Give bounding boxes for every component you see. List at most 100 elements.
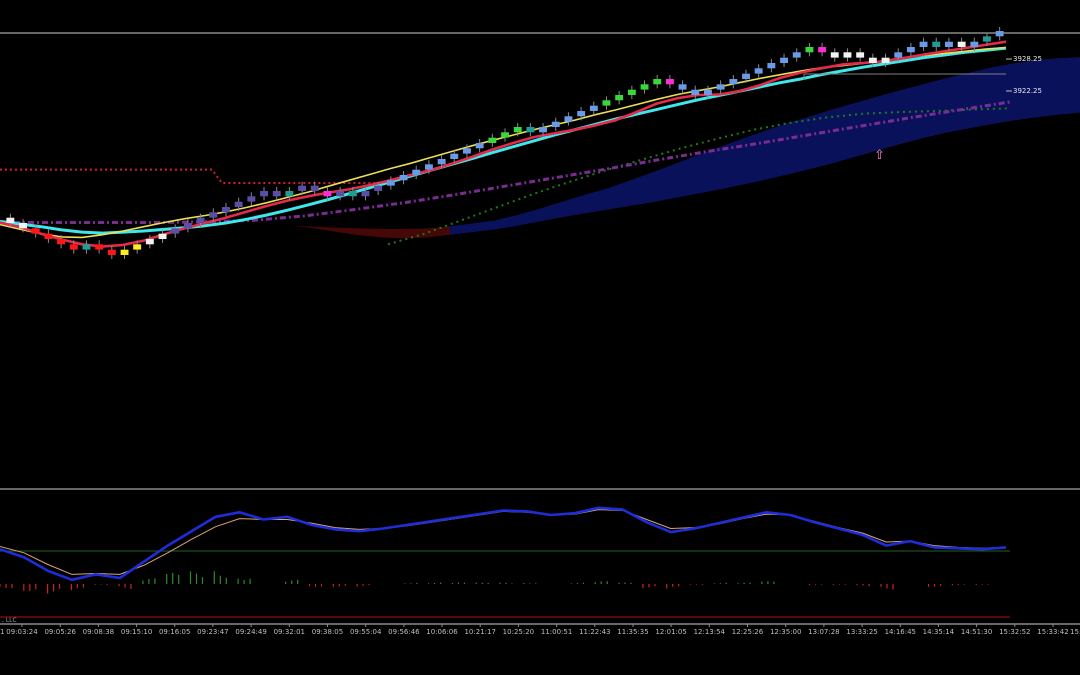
renko-brick[interactable] [691,89,700,95]
renko-brick[interactable] [95,244,104,250]
renko-brick[interactable] [374,185,383,191]
renko-brick[interactable] [830,52,839,58]
x-tick-label: 14:51:30 [961,628,992,636]
x-tick-label: 11:35:35 [617,628,648,636]
renko-brick[interactable] [564,116,573,122]
x-tick-label: 15:32:52 [999,628,1030,636]
renko-brick[interactable] [209,212,218,218]
x-tick-label: 09:03:24 [6,628,38,636]
renko-brick[interactable] [222,207,230,213]
renko-brick[interactable] [336,191,345,197]
renko-brick[interactable] [868,57,877,63]
renko-brick[interactable] [551,121,560,127]
renko-brick[interactable] [145,239,154,245]
renko-brick[interactable] [310,185,319,191]
x-tick-label: 11:00:51 [541,628,572,636]
price-label-current: 3922.25 [1013,87,1042,95]
x-tick-label: 14:16:45 [885,628,916,636]
renko-brick[interactable] [843,52,852,58]
renko-brick[interactable] [437,159,446,165]
renko-brick[interactable] [805,47,814,53]
renko-brick[interactable] [501,132,509,138]
renko-brick[interactable] [272,191,281,197]
x-tick-label: 09:56:46 [388,628,420,636]
x-tick-label: 12:25:26 [732,628,764,636]
renko-brick[interactable] [653,79,662,85]
renko-brick[interactable] [158,233,167,239]
x-tick-label: 09:05:26 [44,628,76,636]
renko-brick[interactable] [615,95,624,101]
renko-brick[interactable] [678,84,687,90]
renko-brick[interactable] [957,41,966,47]
renko-brick[interactable] [742,73,750,79]
renko-brick[interactable] [577,111,586,117]
renko-brick[interactable] [31,228,40,234]
x-tick-label: 12:01:05 [655,628,686,636]
renko-brick[interactable] [386,180,395,186]
renko-brick[interactable] [361,191,370,197]
x-tick-label: 09:38:05 [312,628,343,636]
renko-brick[interactable] [57,239,65,245]
renko-brick[interactable] [425,164,433,170]
renko-brick[interactable] [640,84,649,90]
renko-brick[interactable] [6,217,15,223]
renko-brick[interactable] [412,169,421,175]
renko-brick[interactable] [475,143,484,149]
x-tick-label: 12:35:00 [770,628,801,636]
renko-brick[interactable] [171,228,180,234]
renko-brick[interactable] [19,223,27,229]
renko-brick[interactable] [450,153,459,159]
renko-brick[interactable] [323,191,332,197]
renko-brick[interactable] [488,137,497,143]
renko-brick[interactable] [919,41,928,47]
renko-brick[interactable] [666,79,674,85]
renko-brick[interactable] [704,89,712,95]
renko-brick[interactable] [881,57,890,63]
renko-brick[interactable] [348,191,357,197]
renko-brick[interactable] [196,217,205,223]
x-tick-label: 13:07:28 [808,628,839,636]
renko-brick[interactable] [184,223,192,229]
renko-brick[interactable] [970,41,979,47]
price-label-high: 3928.25 [1013,55,1042,63]
renko-brick[interactable] [234,201,243,207]
renko-brick[interactable] [399,175,408,181]
x-tick-label: 09:24:49 [235,628,266,636]
renko-brick[interactable] [716,84,725,90]
renko-brick[interactable] [298,185,306,191]
renko-brick[interactable] [856,52,865,58]
renko-brick[interactable] [589,105,598,111]
renko-brick[interactable] [729,79,738,85]
x-tick-label-clipped-left: 1 [0,628,4,636]
renko-brick[interactable] [932,41,941,47]
renko-brick[interactable] [983,36,991,42]
renko-brick[interactable] [792,52,801,58]
renko-brick[interactable] [767,63,776,69]
copyright-text: , LLC [2,617,17,624]
x-tick-label: 10:25:20 [503,628,534,636]
renko-brick[interactable] [894,52,903,58]
renko-brick[interactable] [995,31,1004,37]
renko-brick[interactable] [285,191,294,197]
renko-brick[interactable] [44,233,53,239]
renko-brick[interactable] [780,57,788,63]
renko-brick[interactable] [107,249,116,255]
renko-brick[interactable] [247,196,256,202]
renko-brick[interactable] [602,100,611,106]
renko-brick[interactable] [82,244,91,250]
x-tick-label: 15:33:42 [1037,628,1068,636]
renko-brick[interactable] [463,148,471,154]
renko-brick[interactable] [906,47,915,53]
renko-brick[interactable] [513,127,522,133]
renko-brick[interactable] [133,244,142,250]
renko-brick[interactable] [627,89,636,95]
renko-brick[interactable] [69,244,78,250]
renko-brick[interactable] [818,47,827,53]
x-tick-label: 09:15:10 [121,628,152,636]
renko-brick[interactable] [526,127,535,133]
renko-brick[interactable] [539,127,547,133]
renko-brick[interactable] [945,41,953,47]
renko-brick[interactable] [754,68,763,74]
renko-brick[interactable] [120,249,129,255]
renko-brick[interactable] [260,191,268,197]
